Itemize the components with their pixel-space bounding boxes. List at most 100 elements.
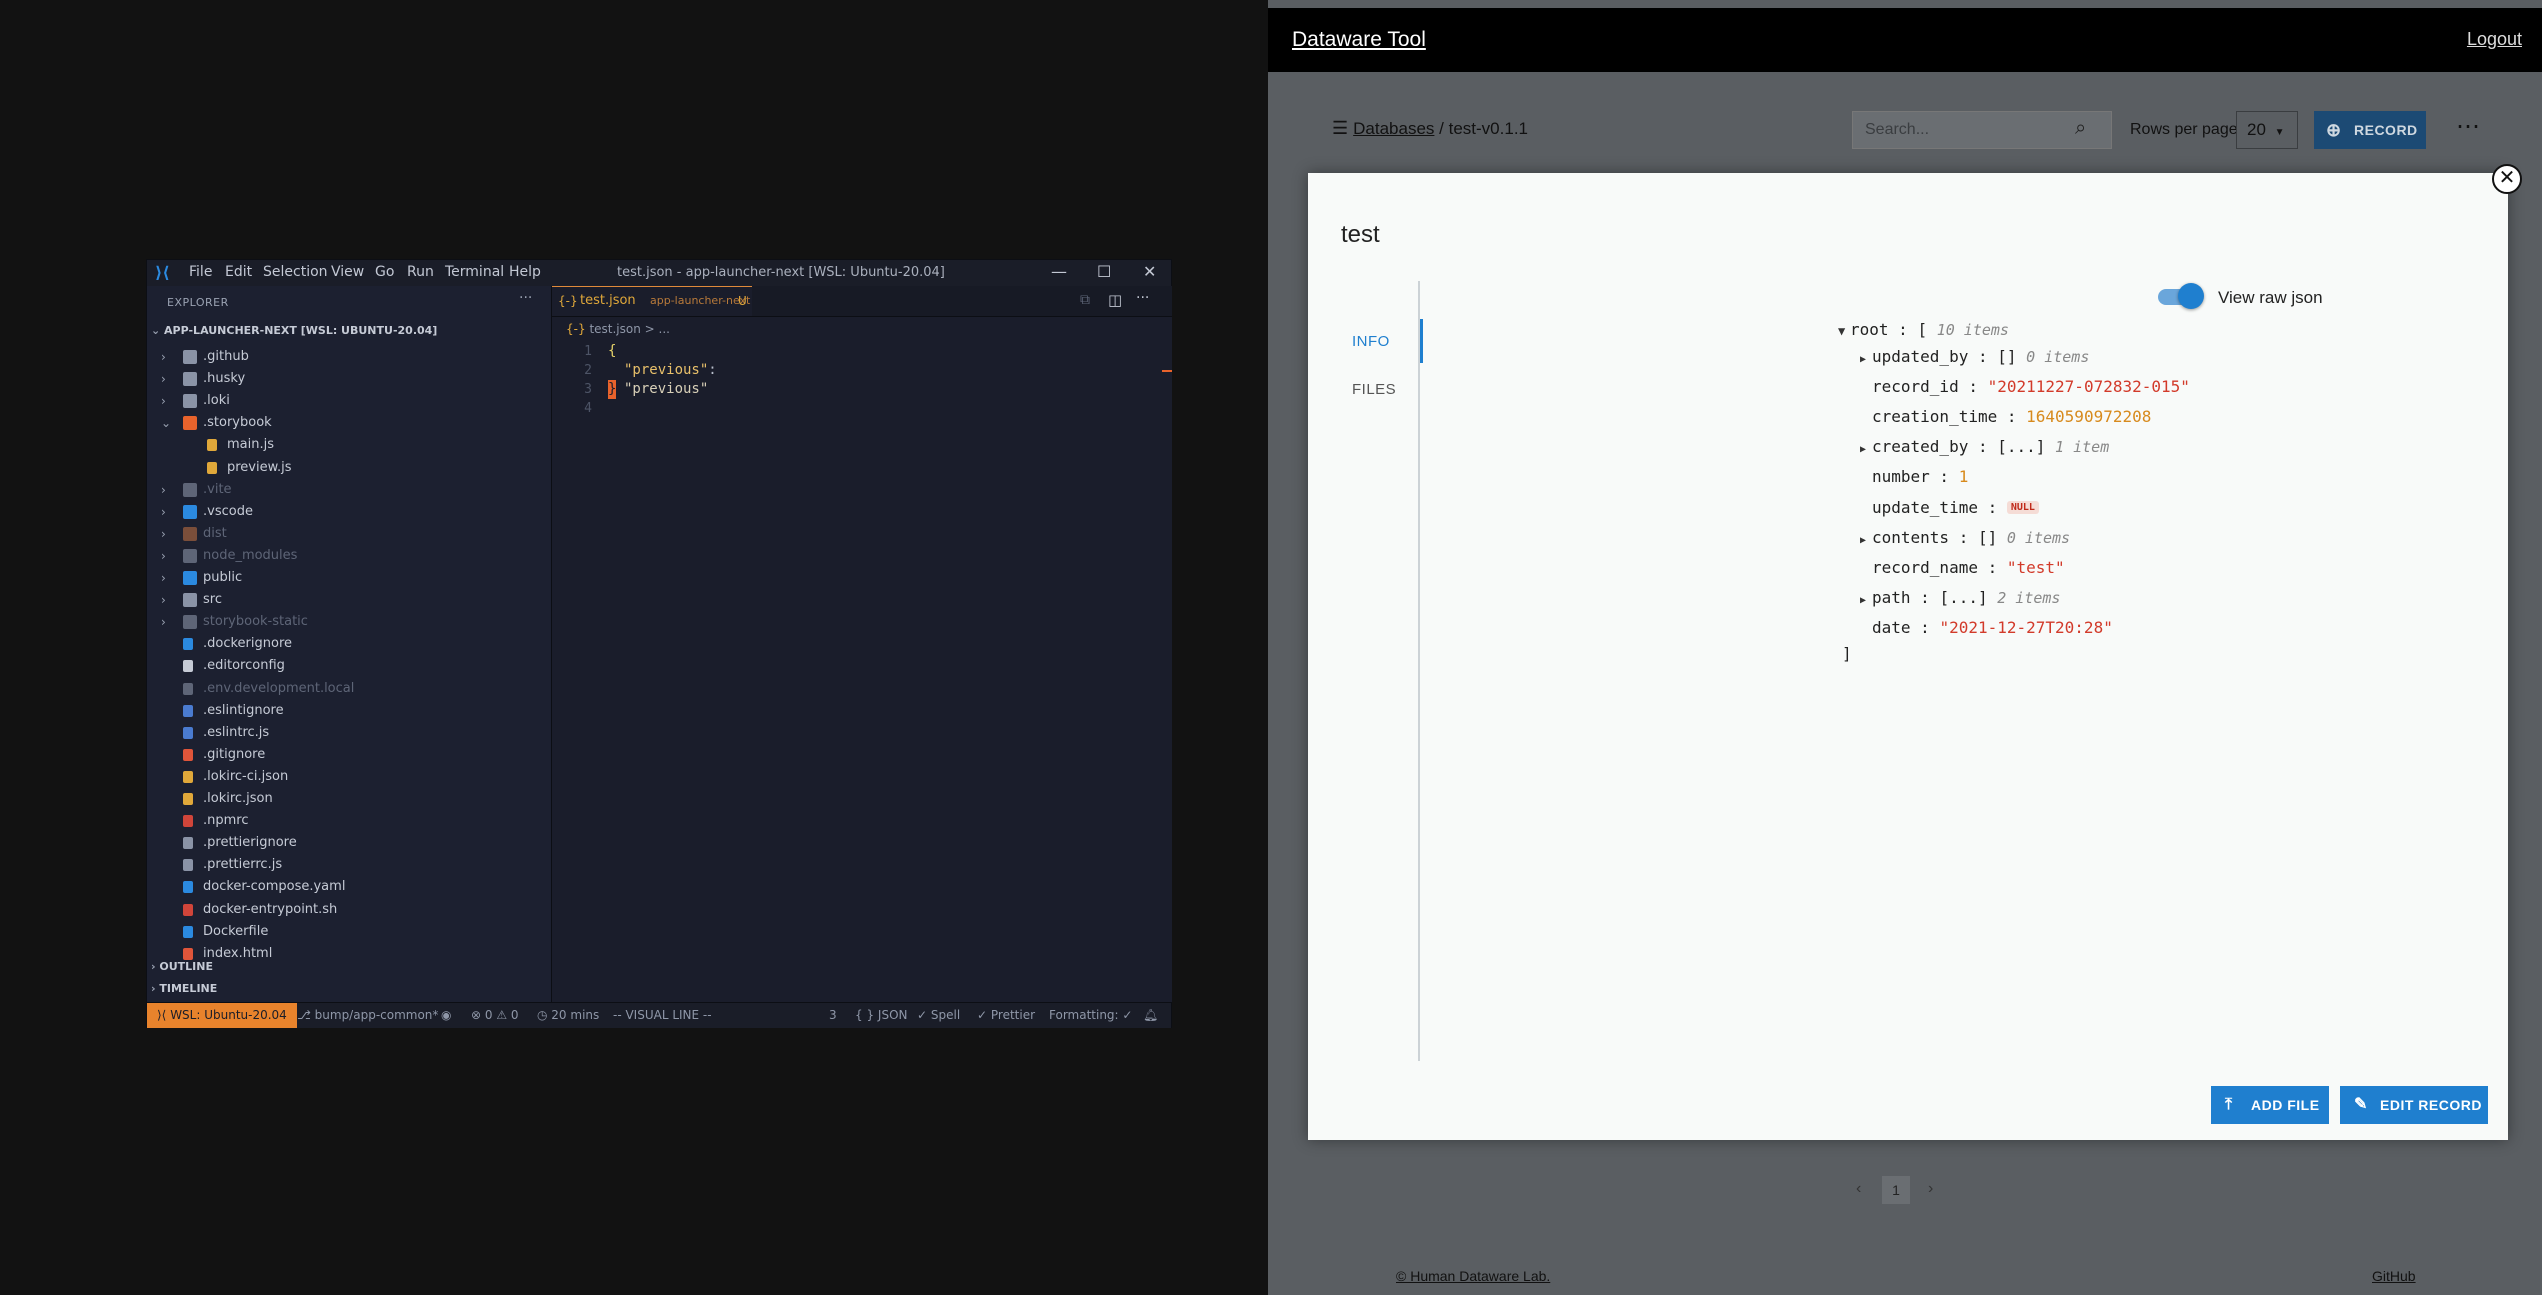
json-root-row[interactable]: ▼ root : [ 10 items [1838,318,2009,342]
tree-item[interactable]: .prettierignore [147,832,551,854]
tree-item[interactable]: preview.js [147,457,551,479]
compare-icon[interactable]: ⧉ [1080,292,1090,308]
more-options-icon[interactable]: ⋯ [2456,112,2480,141]
json-row[interactable]: ▶ updated_by : [] 0 items [1860,345,2089,369]
tree-item[interactable]: .prettierrc.js [147,854,551,876]
menu-run[interactable]: Run [407,264,434,280]
tree-item[interactable]: › src [147,589,551,611]
code-editor[interactable]: 1 {2 "previous": "previous" 3} 4 [552,342,1172,542]
menu-selection[interactable]: Selection [263,264,328,280]
chevron-right-icon[interactable]: › [161,545,166,567]
spell-status[interactable]: ✓ Spell [917,1003,960,1028]
branch-status[interactable]: ⎇ bump/app-common* [297,1003,438,1028]
menu-file[interactable]: File [189,264,212,280]
chevron-right-icon[interactable]: › [161,567,166,589]
tree-item[interactable]: .lokirc-ci.json [147,766,551,788]
more-actions-icon[interactable]: ··· [519,290,532,306]
menu-edit[interactable]: Edit [225,264,252,280]
tree-item[interactable]: › .husky [147,368,551,390]
prev-page-icon[interactable]: ‹ [1856,1180,1861,1198]
collapsed-triangle-icon[interactable]: ▶ [1860,529,1872,553]
tab-test-json[interactable]: {-} test.json app-launcher-next U [552,286,752,316]
json-row[interactable]: ▶ created_by : [...] 1 item [1860,435,2109,459]
tree-item[interactable]: ⌄ .storybook [147,412,551,434]
project-root[interactable]: ⌄ APP-LAUNCHER-NEXT [WSL: UBUNTU-20.04] [151,324,437,337]
tree-item[interactable]: main.js [147,434,551,456]
language-status[interactable]: { } JSON [855,1003,907,1028]
tree-item[interactable]: .npmrc [147,810,551,832]
prettier-status[interactable]: ✓ Prettier [977,1003,1035,1028]
collapsed-triangle-icon[interactable]: ▶ [1860,438,1872,462]
json-row[interactable]: ▶ contents : [] 0 items [1860,526,2070,550]
tree-item[interactable]: .gitignore [147,744,551,766]
tab-info[interactable]: INFO [1352,333,1390,350]
chevron-right-icon[interactable]: › [161,346,166,368]
collapsed-triangle-icon[interactable]: ▶ [1860,589,1872,613]
logout-link[interactable]: Logout [2467,29,2522,50]
chevron-right-icon[interactable]: › [161,611,166,633]
problems-status[interactable]: ⊗ 0 ⚠ 0 [471,1003,519,1028]
close-modal-icon[interactable]: ✕ [2492,164,2522,194]
expanded-triangle-icon[interactable]: ▼ [1838,319,1850,343]
next-page-icon[interactable]: › [1928,1180,1933,1198]
search-box[interactable]: Search... ⌕ [1852,111,2112,149]
remote-indicator[interactable]: ⟩⟨ WSL: Ubuntu-20.04 [147,1003,297,1028]
minimize-icon[interactable]: — [1051,262,1067,281]
menu-view[interactable]: View [331,264,364,280]
tab-files[interactable]: FILES [1352,381,1396,398]
brand-link[interactable]: Dataware Tool [1292,28,1426,52]
tree-item[interactable]: .env.development.local [147,678,551,700]
tree-item[interactable]: › .vite [147,479,551,501]
tree-item[interactable]: .eslintrc.js [147,722,551,744]
tree-item[interactable]: › public [147,567,551,589]
footer-github-link[interactable]: GitHub [2372,1268,2416,1284]
collapsed-triangle-icon[interactable]: ▶ [1860,348,1872,372]
chevron-right-icon[interactable]: › [161,589,166,611]
add-file-button[interactable]: ⤒ ADD FILE [2211,1086,2329,1124]
close-icon[interactable]: ✕ [1143,262,1156,281]
editor-more-icon[interactable]: ··· [1136,290,1149,306]
editor-breadcrumb[interactable]: {-} test.json > ... [566,322,670,336]
tree-item[interactable]: › .loki [147,390,551,412]
tree-item[interactable]: › node_modules [147,545,551,567]
outline-section[interactable]: › OUTLINE [151,960,213,973]
tree-item[interactable]: › .github [147,346,551,368]
tree-item[interactable]: › storybook-static [147,611,551,633]
edit-record-button[interactable]: ✎ EDIT RECORD [2340,1086,2488,1124]
tree-item[interactable]: .eslintignore [147,700,551,722]
maximize-icon[interactable]: ☐ [1097,262,1111,281]
search-input[interactable]: Search... [1865,121,1929,139]
tree-item[interactable]: docker-compose.yaml [147,876,551,898]
menu-terminal[interactable]: Terminal [445,264,504,280]
chevron-right-icon[interactable]: › [161,390,166,412]
breadcrumb-databases[interactable]: Databases [1353,119,1434,138]
chevron-right-icon[interactable]: › [161,523,166,545]
tree-item[interactable]: .editorconfig [147,655,551,677]
time-status[interactable]: ◷ 20 mins [537,1003,599,1028]
menu-help[interactable]: Help [509,264,541,280]
eye-icon[interactable]: ◉ [441,1003,451,1028]
search-icon[interactable]: ⌕ [2075,117,2086,140]
tree-item[interactable]: .lokirc.json [147,788,551,810]
json-row[interactable]: ▶ path : [...] 2 items [1860,586,2060,610]
selection-status[interactable]: 3 [829,1003,837,1028]
split-editor-icon[interactable]: ◫ [1108,291,1122,309]
chevron-right-icon[interactable]: › [161,479,166,501]
footer-lab-link[interactable]: © Human Dataware Lab. [1396,1268,1550,1284]
chevron-right-icon[interactable]: › [161,368,166,390]
bell-icon[interactable]: 🔔︎ [1143,1003,1158,1028]
add-record-button[interactable]: ⊕ RECORD [2314,111,2426,149]
chevron-right-icon[interactable]: › [161,501,166,523]
tree-item[interactable]: › dist [147,523,551,545]
timeline-section[interactable]: › TIMELINE [151,982,217,995]
chevron-down-icon[interactable]: ⌄ [161,412,171,434]
raw-json-toggle-knob[interactable] [2178,283,2204,309]
page-1-button[interactable]: 1 [1882,1176,1910,1204]
tree-item[interactable]: docker-entrypoint.sh [147,899,551,921]
tree-item[interactable]: › .vscode [147,501,551,523]
formatting-status[interactable]: Formatting: ✓ [1049,1003,1132,1028]
menu-go[interactable]: Go [375,264,394,280]
tree-item[interactable]: .dockerignore [147,633,551,655]
tree-item[interactable]: Dockerfile [147,921,551,943]
rows-per-page-select[interactable]: 20 ▼ [2236,111,2298,149]
